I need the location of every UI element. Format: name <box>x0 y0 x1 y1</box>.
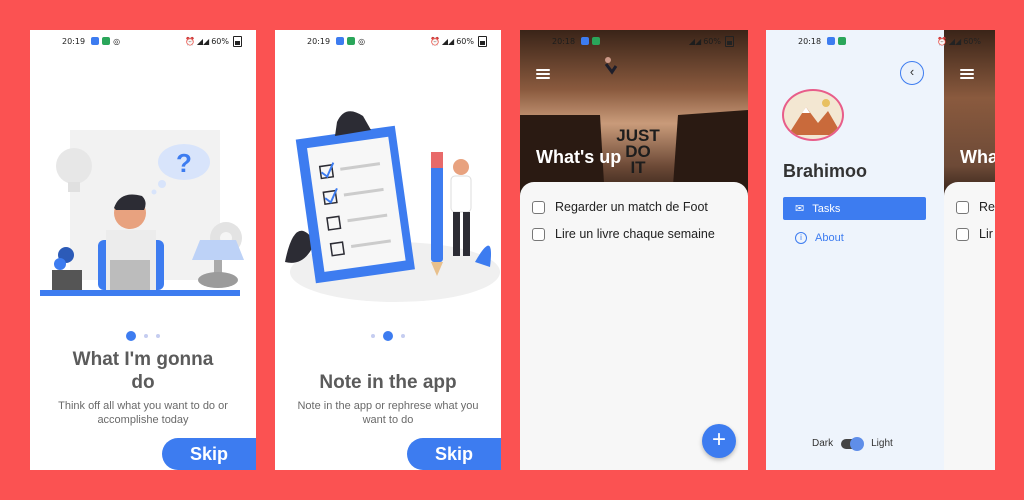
header-title: Wha <box>960 147 995 167</box>
alarm-icon: ⏰ <box>184 36 195 46</box>
onboarding-subtitle: Note in the app or rephrese what you wan… <box>297 400 479 426</box>
signal-icon: ◢◢ <box>948 36 962 46</box>
status-bar: 20:18 ⏰ ◢◢ 60% <box>766 30 995 52</box>
notification-icon <box>827 37 836 45</box>
signal-icon: ◢◢ <box>196 36 210 46</box>
list-item[interactable]: Re <box>956 200 995 214</box>
header-image: JUST DO IT <box>520 30 748 200</box>
phone-drawer: Wha Re Lir 20:18 ⏰ ◢◢ 60% ‹ Brahimoo ✉ T… <box>766 30 995 470</box>
battery-icon <box>233 35 242 47</box>
status-bar: 20:19 ◎ ⏰ ◢◢ 60% <box>30 30 256 52</box>
signal-icon: ◢◢ <box>441 36 455 46</box>
page-dot[interactable] <box>126 331 136 341</box>
username: Brahimoo <box>783 161 868 181</box>
status-bar: 20:18 ◢◢ 60% <box>520 30 748 52</box>
menu-icon[interactable] <box>960 69 974 79</box>
page-dot[interactable] <box>383 331 393 341</box>
task-list: Re Lir <box>944 182 995 470</box>
status-time: 20:19 <box>307 36 331 46</box>
info-icon: i <box>795 231 807 244</box>
skip-button[interactable]: Skip <box>162 438 256 470</box>
add-task-button[interactable]: + <box>702 424 736 458</box>
avatar <box>782 89 844 141</box>
message-icon <box>102 37 111 45</box>
status-time: 20:19 <box>62 36 86 46</box>
notification-icon <box>581 37 590 45</box>
battery-icon <box>725 35 734 47</box>
pencil-icon <box>431 152 443 276</box>
list-item[interactable]: Lire un livre chaque semaine <box>532 227 715 241</box>
theme-toggle[interactable] <box>841 436 865 451</box>
phone-onboarding-2: 20:19 ◎ ⏰ ◢◢ 60% Note in the app Note in… <box>275 30 501 470</box>
battery-icon <box>478 35 487 47</box>
battery-level: 60% <box>963 36 981 46</box>
header-image <box>944 30 995 200</box>
alarm-icon: ⏰ <box>936 36 947 46</box>
list-item[interactable]: Lir <box>956 227 993 241</box>
avatar-image <box>788 99 842 135</box>
status-bar: 20:19 ◎ ⏰ ◢◢ 60% <box>275 30 501 52</box>
onboarding-illustration-notes <box>285 111 500 302</box>
nav-item-about[interactable]: i About <box>783 226 926 249</box>
message-icon <box>592 37 601 45</box>
page-dot[interactable] <box>144 334 148 338</box>
task-checkbox[interactable] <box>532 200 545 214</box>
list-item[interactable]: Regarder un match de Foot <box>532 200 708 214</box>
home-behind-drawer: Wha Re Lir <box>944 30 995 470</box>
page-dot[interactable] <box>156 334 160 338</box>
alarm-icon: ⏰ <box>429 36 440 46</box>
signal-icon: ◢◢ <box>688 36 702 46</box>
theme-dark-label: Dark <box>812 438 834 449</box>
task-checkbox[interactable] <box>956 227 969 241</box>
battery-level: 60% <box>703 36 721 46</box>
skip-button[interactable]: Skip <box>407 438 501 470</box>
phone-onboarding-1: 20:19 ◎ ⏰ ◢◢ 60% ? What I'm gonna do Thi… <box>30 30 256 470</box>
person-standing <box>450 159 472 256</box>
battery-level: 60% <box>211 36 229 46</box>
message-icon <box>838 37 847 45</box>
svg-text:?: ? <box>176 148 192 178</box>
task-label: Regarder un match de Foot <box>555 200 708 214</box>
notification-icon <box>91 37 100 45</box>
status-time: 20:18 <box>552 36 576 46</box>
instagram-icon: ◎ <box>358 36 366 46</box>
task-checkbox[interactable] <box>956 200 969 214</box>
theme-switcher: Dark Light <box>812 436 893 451</box>
clipboard-icon <box>295 111 415 284</box>
onboarding-title: What I'm gonna do <box>72 349 214 393</box>
onboarding-title: Note in the app <box>319 372 457 393</box>
battery-level: 60% <box>456 36 474 46</box>
task-checkbox[interactable] <box>532 227 545 241</box>
desk <box>40 290 240 296</box>
status-time: 20:18 <box>798 36 822 46</box>
page-dot[interactable] <box>371 334 375 338</box>
menu-icon[interactable] <box>536 69 550 79</box>
nav-item-tasks[interactable]: ✉ Tasks <box>783 197 926 220</box>
task-label: Lire un livre chaque semaine <box>555 227 715 241</box>
chevron-left-icon[interactable]: ‹ <box>900 61 924 85</box>
inbox-icon: ✉ <box>795 203 805 215</box>
header-title: What's up <box>536 147 622 167</box>
nav-item-label: Tasks <box>812 202 841 215</box>
page-indicator <box>275 331 501 341</box>
nav-item-label: About <box>815 231 844 244</box>
theme-light-label: Light <box>871 438 893 449</box>
navigation-drawer: 20:18 ⏰ ◢◢ 60% ‹ Brahimoo ✉ Tasks i Abou… <box>766 30 981 470</box>
notification-icon <box>336 37 345 45</box>
onboarding-subtitle: Think off all what you want to do or acc… <box>58 400 228 426</box>
page-dot[interactable] <box>401 334 405 338</box>
phone-home: JUST DO IT 20:18 ◢◢ 60% What's up Regard… <box>520 30 748 470</box>
instagram-icon: ◎ <box>113 36 121 46</box>
page-indicator <box>30 331 256 341</box>
message-icon <box>347 37 356 45</box>
onboarding-illustration-thinking: ? <box>40 130 244 296</box>
